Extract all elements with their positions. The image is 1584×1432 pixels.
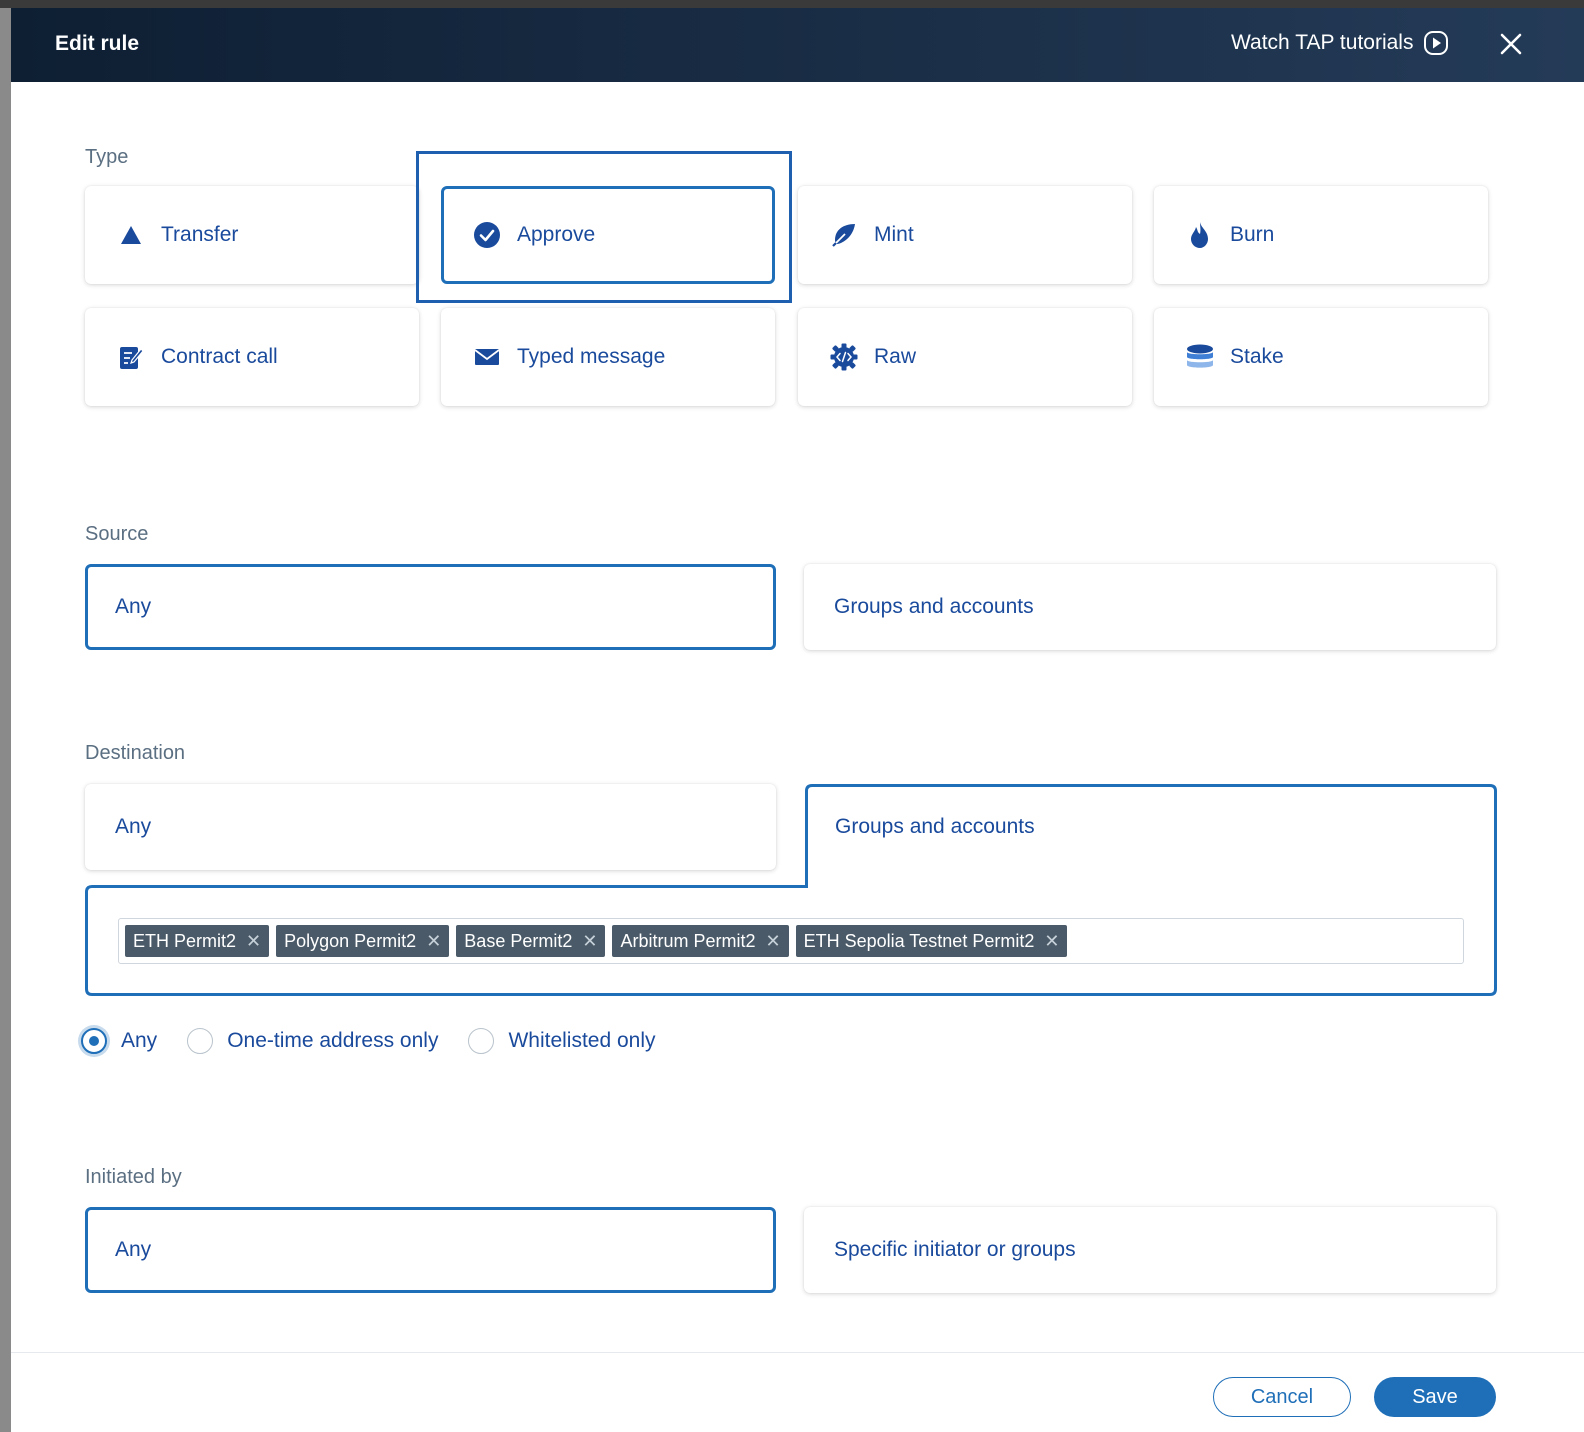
watch-tutorials-link[interactable]: Watch TAP tutorials — [1231, 30, 1449, 56]
destination-option-any[interactable]: Any — [85, 784, 776, 870]
type-option-burn[interactable]: Burn — [1154, 186, 1488, 284]
radio-label: Whitelisted only — [508, 1029, 656, 1052]
address-filter-one-time[interactable]: One-time address only — [187, 1028, 438, 1054]
initiated-by-option-specific[interactable]: Specific initiator or groups — [804, 1207, 1496, 1293]
check-circle-icon — [473, 221, 501, 249]
type-option-mint[interactable]: Mint — [798, 186, 1132, 284]
type-option-label: Burn — [1230, 223, 1275, 246]
envelope-icon — [473, 343, 501, 371]
type-option-label: Transfer — [161, 223, 239, 246]
background-page-edge — [0, 8, 11, 1432]
destination-option-label: Any — [115, 815, 152, 838]
destination-tag: ETH Sepolia Testnet Permit2 ✕ — [795, 925, 1068, 957]
database-stack-icon — [1186, 343, 1214, 371]
radio-unchecked-icon[interactable] — [187, 1028, 214, 1054]
code-gear-icon — [830, 343, 858, 371]
document-edit-icon — [117, 343, 145, 371]
type-section-label: Type — [85, 146, 129, 168]
radio-label: One-time address only — [227, 1029, 439, 1052]
modal-title: Edit rule — [55, 32, 140, 55]
destination-option-groups-and-accounts[interactable]: Groups and accounts — [805, 784, 1496, 870]
type-option-transfer[interactable]: Transfer — [85, 186, 419, 284]
destination-tag: Base Permit2 ✕ — [456, 925, 606, 957]
destination-tag: Polygon Permit2 ✕ — [276, 925, 450, 957]
type-option-typed-message[interactable]: Typed message — [441, 308, 775, 406]
address-filter-whitelisted[interactable]: Whitelisted only — [468, 1028, 656, 1054]
source-option-label: Any — [115, 595, 152, 618]
type-option-label: Stake — [1230, 345, 1284, 368]
tag-remove-icon[interactable]: ✕ — [426, 931, 441, 952]
type-option-approve[interactable]: Approve — [441, 186, 775, 284]
source-section-label: Source — [85, 523, 149, 545]
type-option-stake[interactable]: Stake — [1154, 308, 1488, 406]
initiated-by-section-label: Initiated by — [85, 1166, 182, 1188]
browser-top-edge — [0, 0, 1584, 8]
type-option-raw[interactable]: Raw — [798, 308, 1132, 406]
watch-tutorials-label: Watch TAP tutorials — [1231, 31, 1414, 54]
radio-checked-icon[interactable] — [81, 1028, 107, 1054]
address-filter-any[interactable]: Any — [81, 1028, 157, 1054]
flame-icon — [1186, 221, 1214, 249]
destination-section-label: Destination — [85, 742, 186, 764]
destination-tags-input[interactable]: ETH Permit2 ✕ Polygon Permit2 ✕ Base Permi… — [118, 918, 1464, 964]
tag-label: Base Permit2 — [464, 930, 573, 951]
tag-remove-icon[interactable]: ✕ — [246, 931, 261, 952]
tag-remove-icon[interactable]: ✕ — [1044, 931, 1059, 952]
triangle-icon — [117, 221, 145, 249]
leaf-icon — [830, 221, 858, 249]
radio-label: Any — [121, 1029, 158, 1052]
tag-remove-icon[interactable]: ✕ — [765, 931, 780, 952]
modal-header: Edit rule Watch TAP tutorials — [11, 8, 1584, 82]
tag-label: ETH Sepolia Testnet Permit2 — [803, 930, 1035, 951]
destination-tag: ETH Permit2 ✕ — [125, 925, 270, 957]
initiated-by-option-label: Any — [115, 1238, 152, 1261]
close-icon[interactable] — [1497, 30, 1525, 58]
play-circle-icon — [1424, 31, 1449, 55]
radio-unchecked-icon[interactable] — [468, 1028, 495, 1054]
modal-footer: Cancel Save — [11, 1352, 1584, 1432]
source-option-any[interactable]: Any — [85, 564, 776, 650]
destination-tag: Arbitrum Permit2 ✕ — [612, 925, 789, 957]
type-option-label: Contract call — [161, 345, 278, 368]
initiated-by-option-any[interactable]: Any — [85, 1207, 776, 1293]
initiated-by-option-label: Specific initiator or groups — [834, 1238, 1076, 1261]
tag-label: Polygon Permit2 — [284, 930, 417, 951]
type-option-label: Typed message — [517, 345, 666, 368]
tag-label: Arbitrum Permit2 — [620, 930, 756, 951]
source-option-label: Groups and accounts — [834, 595, 1034, 618]
type-option-label: Raw — [874, 345, 917, 368]
save-button[interactable]: Save — [1374, 1377, 1496, 1417]
destination-option-label: Groups and accounts — [835, 815, 1035, 838]
cancel-button[interactable]: Cancel — [1213, 1377, 1351, 1417]
address-filter-radio-group: Any One-time address only Whitelisted on… — [81, 1028, 686, 1054]
type-option-label: Approve — [517, 223, 596, 246]
edit-rule-modal: Edit rule Watch TAP tutorials Type Trans… — [11, 8, 1584, 1432]
source-option-groups-and-accounts[interactable]: Groups and accounts — [804, 564, 1496, 650]
type-option-contract-call[interactable]: Contract call — [85, 308, 419, 406]
type-option-label: Mint — [874, 223, 914, 246]
tag-remove-icon[interactable]: ✕ — [582, 931, 597, 952]
tag-label: ETH Permit2 — [133, 930, 237, 951]
